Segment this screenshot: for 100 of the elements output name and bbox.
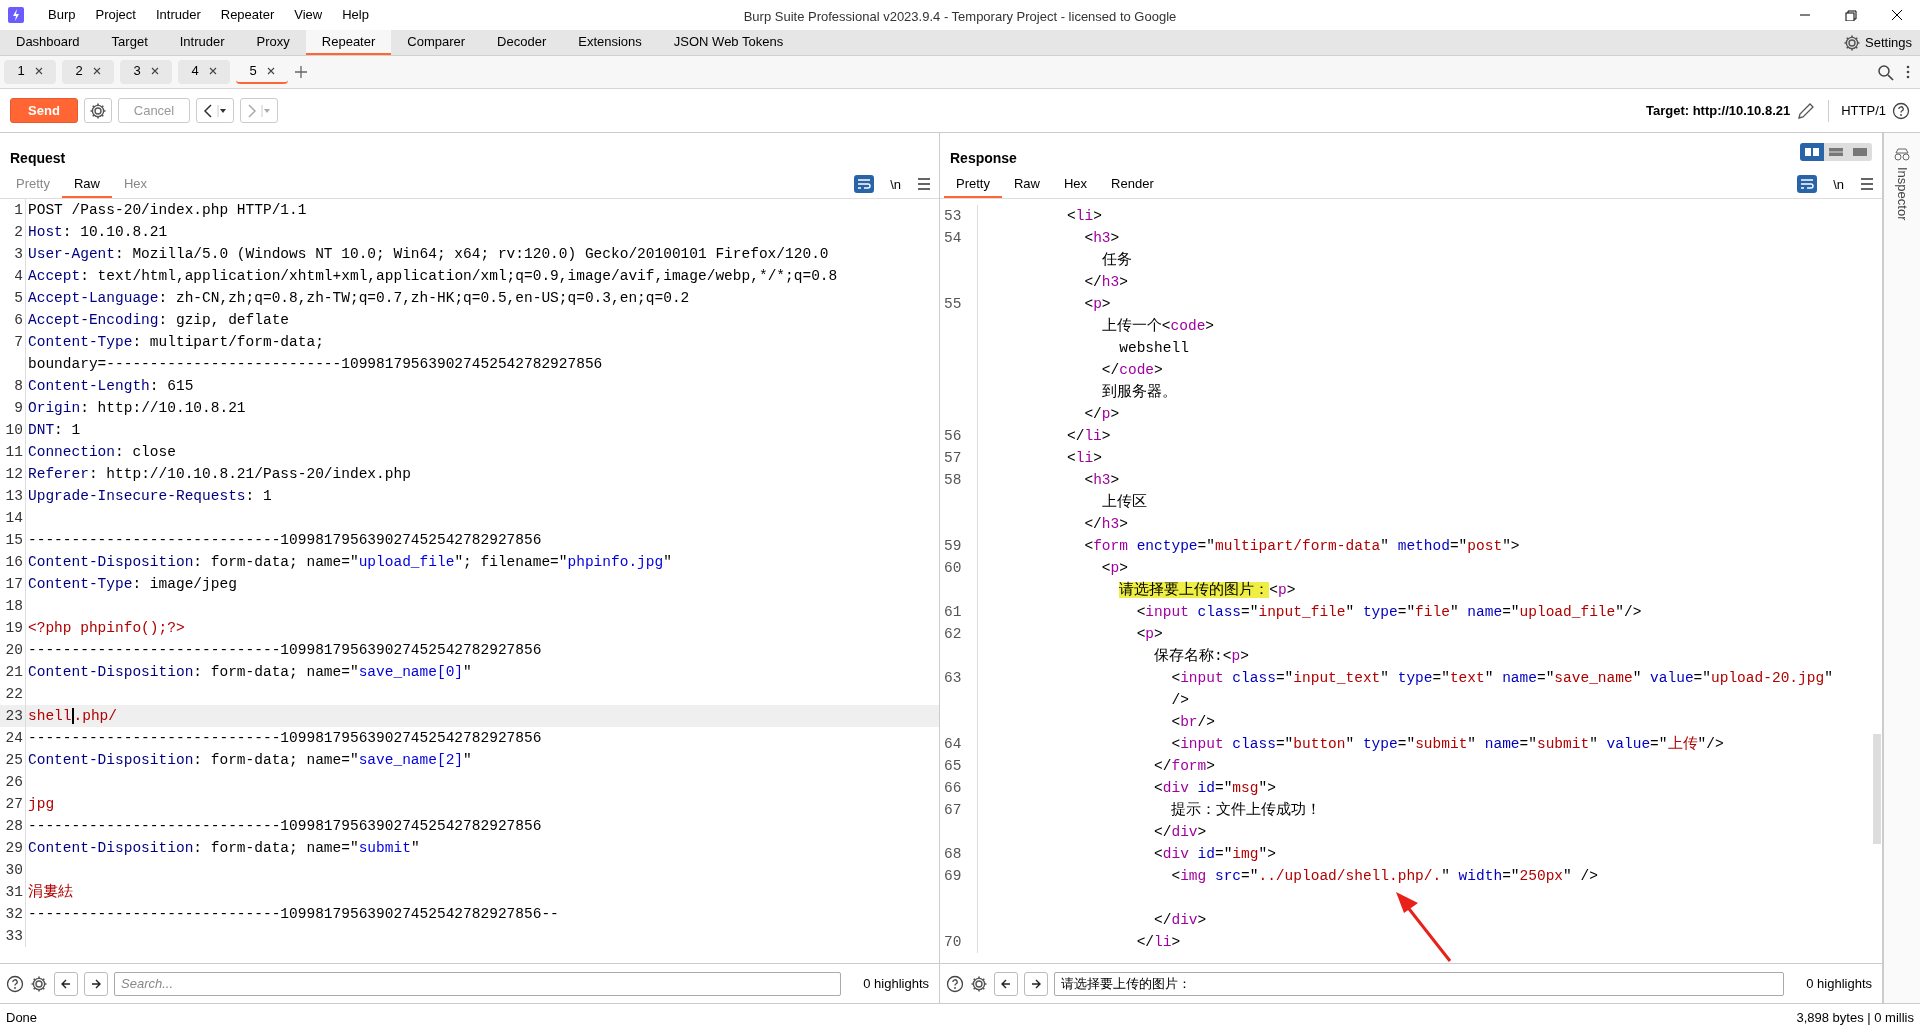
code-line: <input class="button" type="submit" name="submit" value="上传"/> bbox=[1170, 734, 1724, 754]
help-icon[interactable] bbox=[6, 974, 24, 993]
main-tab[interactable]: Repeater bbox=[305, 30, 392, 55]
close-icon bbox=[1889, 9, 1905, 21]
newline-toggle[interactable]: \n bbox=[890, 174, 901, 194]
line-number: 23 bbox=[0, 705, 26, 727]
line-number: 25 bbox=[0, 749, 26, 771]
code-line: <div id="msg"> bbox=[1153, 779, 1276, 798]
main-tab[interactable]: Comparer bbox=[391, 30, 482, 55]
back-button[interactable] bbox=[196, 98, 234, 123]
wrap-lines-icon[interactable] bbox=[854, 175, 875, 194]
line-number: 60 bbox=[940, 557, 978, 579]
main-tab[interactable]: Intruder bbox=[163, 30, 241, 55]
main-tab[interactable]: Dashboard bbox=[0, 30, 96, 55]
line-number: 55 bbox=[940, 293, 978, 315]
line-number: 33 bbox=[0, 925, 26, 947]
main-tab[interactable]: Proxy bbox=[240, 30, 306, 55]
main-tab[interactable]: Target bbox=[95, 30, 164, 55]
code-line: 任务 bbox=[1100, 251, 1132, 270]
code-line: <input class="input_file" type="file" name="upload_file"/> bbox=[1135, 603, 1642, 622]
menu-item[interactable]: Intruder bbox=[145, 5, 211, 25]
line-number: 18 bbox=[0, 595, 26, 617]
add-tab-icon[interactable] bbox=[294, 65, 308, 79]
layout-toggle[interactable] bbox=[1800, 143, 1824, 161]
main-tab[interactable]: Extensions bbox=[562, 30, 658, 55]
inspector-icon[interactable] bbox=[1894, 147, 1910, 161]
code-line: </form> bbox=[1153, 757, 1215, 776]
wrap-lines-icon[interactable] bbox=[1797, 175, 1818, 194]
close-icon[interactable] bbox=[266, 67, 275, 75]
code-line: </li> bbox=[1135, 933, 1181, 952]
search-field[interactable]: Search... bbox=[114, 971, 842, 996]
right-arrow-icon bbox=[246, 102, 272, 119]
next-match-button[interactable] bbox=[84, 971, 108, 996]
view-tab[interactable]: Raw bbox=[61, 173, 112, 198]
settings-icon[interactable] bbox=[30, 974, 48, 993]
menu-icon[interactable] bbox=[1860, 177, 1874, 192]
next-match-button[interactable] bbox=[1024, 971, 1048, 996]
search-icon[interactable] bbox=[1877, 63, 1894, 81]
line-number: 62 bbox=[940, 623, 978, 645]
code-line: -----------------------------109981795639027452542782927856 bbox=[28, 641, 542, 660]
pane-title: Request bbox=[10, 149, 66, 168]
settings-icon[interactable] bbox=[970, 974, 988, 993]
newline-toggle[interactable]: \n bbox=[1833, 174, 1844, 194]
line-number: 11 bbox=[0, 441, 26, 463]
close-icon[interactable] bbox=[34, 67, 43, 75]
settings-link[interactable]: Settings bbox=[1865, 32, 1912, 53]
session-tab[interactable]: 2 bbox=[62, 60, 114, 84]
view-tab[interactable]: Pretty bbox=[4, 173, 62, 198]
line-number: 57 bbox=[940, 447, 978, 469]
line-number: 69 bbox=[940, 865, 978, 887]
menu-icon[interactable] bbox=[917, 177, 931, 192]
code-line: Content-Type: image/jpeg bbox=[28, 575, 237, 594]
view-tab[interactable]: Hex bbox=[112, 173, 160, 198]
session-tab[interactable]: 3 bbox=[120, 60, 172, 84]
line-number: 59 bbox=[940, 535, 978, 557]
line-number: 5 bbox=[0, 287, 26, 309]
inspector-tab[interactable]: Inspector bbox=[1892, 167, 1912, 221]
close-icon[interactable] bbox=[92, 67, 101, 75]
line-number: 17 bbox=[0, 573, 26, 595]
line-number: 32 bbox=[0, 903, 26, 925]
more-options-icon[interactable] bbox=[1906, 64, 1910, 80]
line-number: 31 bbox=[0, 881, 26, 903]
help-icon[interactable] bbox=[1892, 101, 1910, 120]
protocol-label[interactable]: HTTP/1 bbox=[1841, 100, 1886, 121]
left-arrow-icon bbox=[202, 102, 228, 119]
search-field[interactable]: 请选择要上传的图片： bbox=[1054, 971, 1785, 996]
session-tab[interactable]: 1 bbox=[4, 60, 56, 84]
help-icon[interactable] bbox=[946, 974, 964, 993]
code-line: 上传区 bbox=[1100, 492, 1147, 512]
line-number: 67 bbox=[940, 799, 978, 821]
view-tab[interactable]: Render bbox=[1099, 173, 1166, 198]
session-tab[interactable]: 4 bbox=[178, 60, 230, 84]
main-tab[interactable]: JSON Web Tokens bbox=[657, 30, 800, 55]
line-number: 6 bbox=[0, 309, 26, 331]
code-line: <h3> bbox=[1083, 229, 1120, 248]
code-line: Content-Disposition: form-data; name="save_name[2]" bbox=[28, 751, 472, 770]
line-number: 10 bbox=[0, 419, 26, 441]
view-tab[interactable]: Pretty bbox=[944, 173, 1002, 198]
code-line: Content-Disposition: form-data; name="upload_file"; filename="phpinfo.jpg" bbox=[28, 553, 672, 572]
menu-item[interactable]: View bbox=[284, 5, 333, 25]
close-icon[interactable] bbox=[150, 67, 159, 75]
view-tab[interactable]: Raw bbox=[1001, 173, 1052, 198]
settings-button[interactable] bbox=[84, 98, 112, 123]
code-line: Upgrade-Insecure-Requests: 1 bbox=[28, 487, 272, 506]
line-number: 2 bbox=[0, 221, 26, 243]
main-tab[interactable]: Decoder bbox=[481, 30, 563, 55]
response-stats: 3,898 bytes | 0 millis bbox=[1796, 1009, 1914, 1028]
menu-item[interactable]: Help bbox=[332, 5, 379, 25]
scrollbar-thumb[interactable] bbox=[1873, 734, 1881, 844]
menu-item[interactable]: Repeater bbox=[210, 5, 285, 25]
status-text: Done bbox=[6, 1009, 38, 1028]
previous-match-button[interactable] bbox=[994, 971, 1018, 996]
menu-item[interactable]: Project bbox=[85, 5, 146, 25]
line-number: 3 bbox=[0, 243, 26, 265]
close-icon[interactable] bbox=[208, 67, 217, 75]
code-line: </p> bbox=[1083, 405, 1120, 424]
line-number: 1 bbox=[0, 199, 26, 221]
view-tab[interactable]: Hex bbox=[1052, 173, 1100, 198]
menu-item[interactable]: Burp bbox=[38, 5, 86, 25]
previous-match-button[interactable] bbox=[54, 971, 78, 996]
